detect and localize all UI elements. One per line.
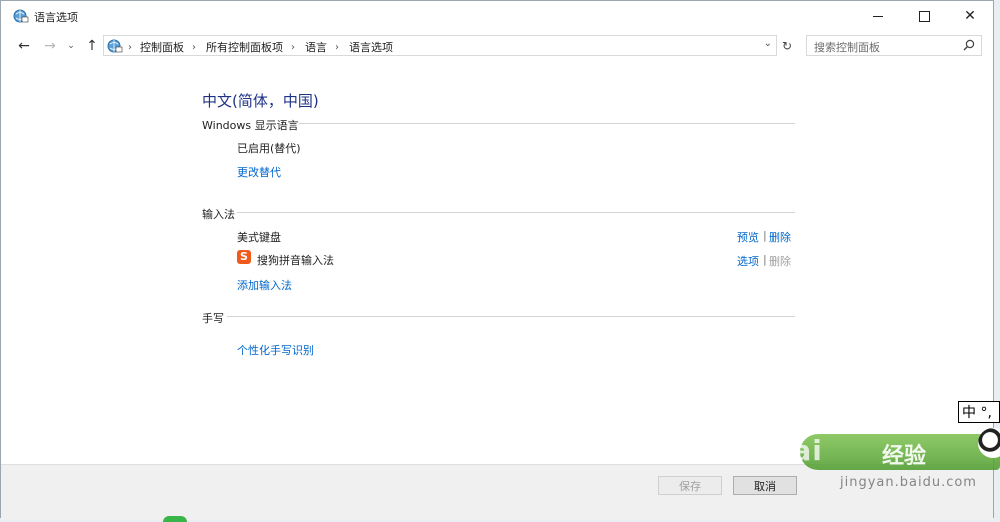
up-button[interactable]: ↑ (83, 36, 101, 56)
language-options-window: 语言选项 ✕ ← → ⌄ ↑ › 控制面板 › 所有控制面板项 › 语言 › 语… (0, 0, 994, 520)
breadcrumb-control-panel[interactable]: 控制面板 (140, 39, 184, 55)
minimize-button[interactable] (855, 1, 901, 31)
input-method-name: 美式键盘 (237, 231, 281, 244)
link-separator: | (763, 229, 767, 242)
recent-locations-button[interactable]: ⌄ (65, 36, 77, 56)
search-input[interactable]: 搜索控制面板 (806, 35, 982, 56)
footer-bar: 保存 取消 (1, 464, 993, 520)
cancel-button[interactable]: 取消 (733, 476, 797, 495)
close-icon: ✕ (964, 8, 976, 24)
close-button[interactable]: ✕ (947, 1, 993, 31)
section-divider (237, 212, 795, 213)
personalize-handwriting-link[interactable]: 个性化手写识别 (237, 342, 314, 358)
ime-indicator[interactable]: 中 °, (958, 401, 1000, 423)
title-bar: 语言选项 ✕ (1, 1, 993, 31)
remove-link-disabled: 删除 (769, 255, 791, 268)
breadcrumb-separator[interactable]: › (128, 42, 132, 53)
chevron-down-icon: ⌄ (67, 41, 75, 51)
section-divider (299, 123, 795, 124)
window-title: 语言选项 (34, 11, 78, 24)
up-arrow-icon: ↑ (86, 38, 98, 54)
breadcrumb-all-items[interactable]: 所有控制面板项 (206, 39, 283, 55)
remove-link[interactable]: 删除 (769, 229, 791, 245)
page-title: 中文(简体，中国) (202, 92, 319, 110)
breadcrumb-language-options[interactable]: 语言选项 (349, 39, 393, 55)
breadcrumb-separator[interactable]: › (291, 42, 295, 53)
section-divider (227, 316, 795, 317)
refresh-icon: ↻ (781, 39, 793, 53)
breadcrumb-language[interactable]: 语言 (305, 39, 327, 55)
search-icon[interactable] (963, 39, 975, 51)
forward-arrow-icon: → (44, 38, 56, 54)
save-button[interactable]: 保存 (658, 476, 722, 495)
language-globe-icon (13, 9, 29, 23)
forward-button[interactable]: → (41, 36, 59, 56)
section-label-display-language: Windows 显示语言 (202, 119, 299, 132)
link-separator: | (763, 253, 767, 266)
breadcrumb: › 控制面板 › 所有控制面板项 › 语言 › 语言选项 (126, 39, 393, 55)
refresh-button[interactable]: ↻ (779, 37, 795, 55)
change-override-link[interactable]: 更改替代 (237, 164, 281, 180)
maximize-button[interactable] (901, 1, 947, 31)
maximize-icon (918, 10, 930, 22)
display-language-status: 已启用(替代) (237, 142, 301, 155)
address-bar[interactable]: › 控制面板 › 所有控制面板项 › 语言 › 语言选项 ⌄ (103, 35, 777, 56)
breadcrumb-separator[interactable]: › (192, 42, 196, 53)
minimize-icon (873, 15, 883, 17)
back-button[interactable]: ← (15, 36, 33, 56)
input-method-name: 搜狗拼音输入法 (257, 254, 334, 267)
preview-link[interactable]: 预览 (737, 229, 759, 245)
navigation-bar: ← → ⌄ ↑ › 控制面板 › 所有控制面板项 › 语言 › 语言选项 ⌄ ↻ (1, 31, 993, 61)
address-dropdown-icon[interactable]: ⌄ (764, 38, 772, 49)
add-input-method-link[interactable]: 添加输入法 (237, 277, 292, 293)
main-content: 中文(简体，中国) Windows 显示语言 已启用(替代) 更改替代 输入法 … (1, 61, 993, 464)
section-label-input-methods: 输入法 (202, 208, 235, 221)
control-panel-icon (107, 39, 123, 53)
search-placeholder: 搜索控制面板 (814, 41, 880, 54)
section-label-handwriting: 手写 (202, 312, 224, 325)
breadcrumb-separator[interactable]: › (335, 42, 339, 53)
sogou-icon: S (237, 250, 251, 264)
back-arrow-icon: ← (18, 38, 30, 54)
options-link[interactable]: 选项 (737, 253, 759, 269)
taskbar-app-indicator (163, 516, 187, 522)
